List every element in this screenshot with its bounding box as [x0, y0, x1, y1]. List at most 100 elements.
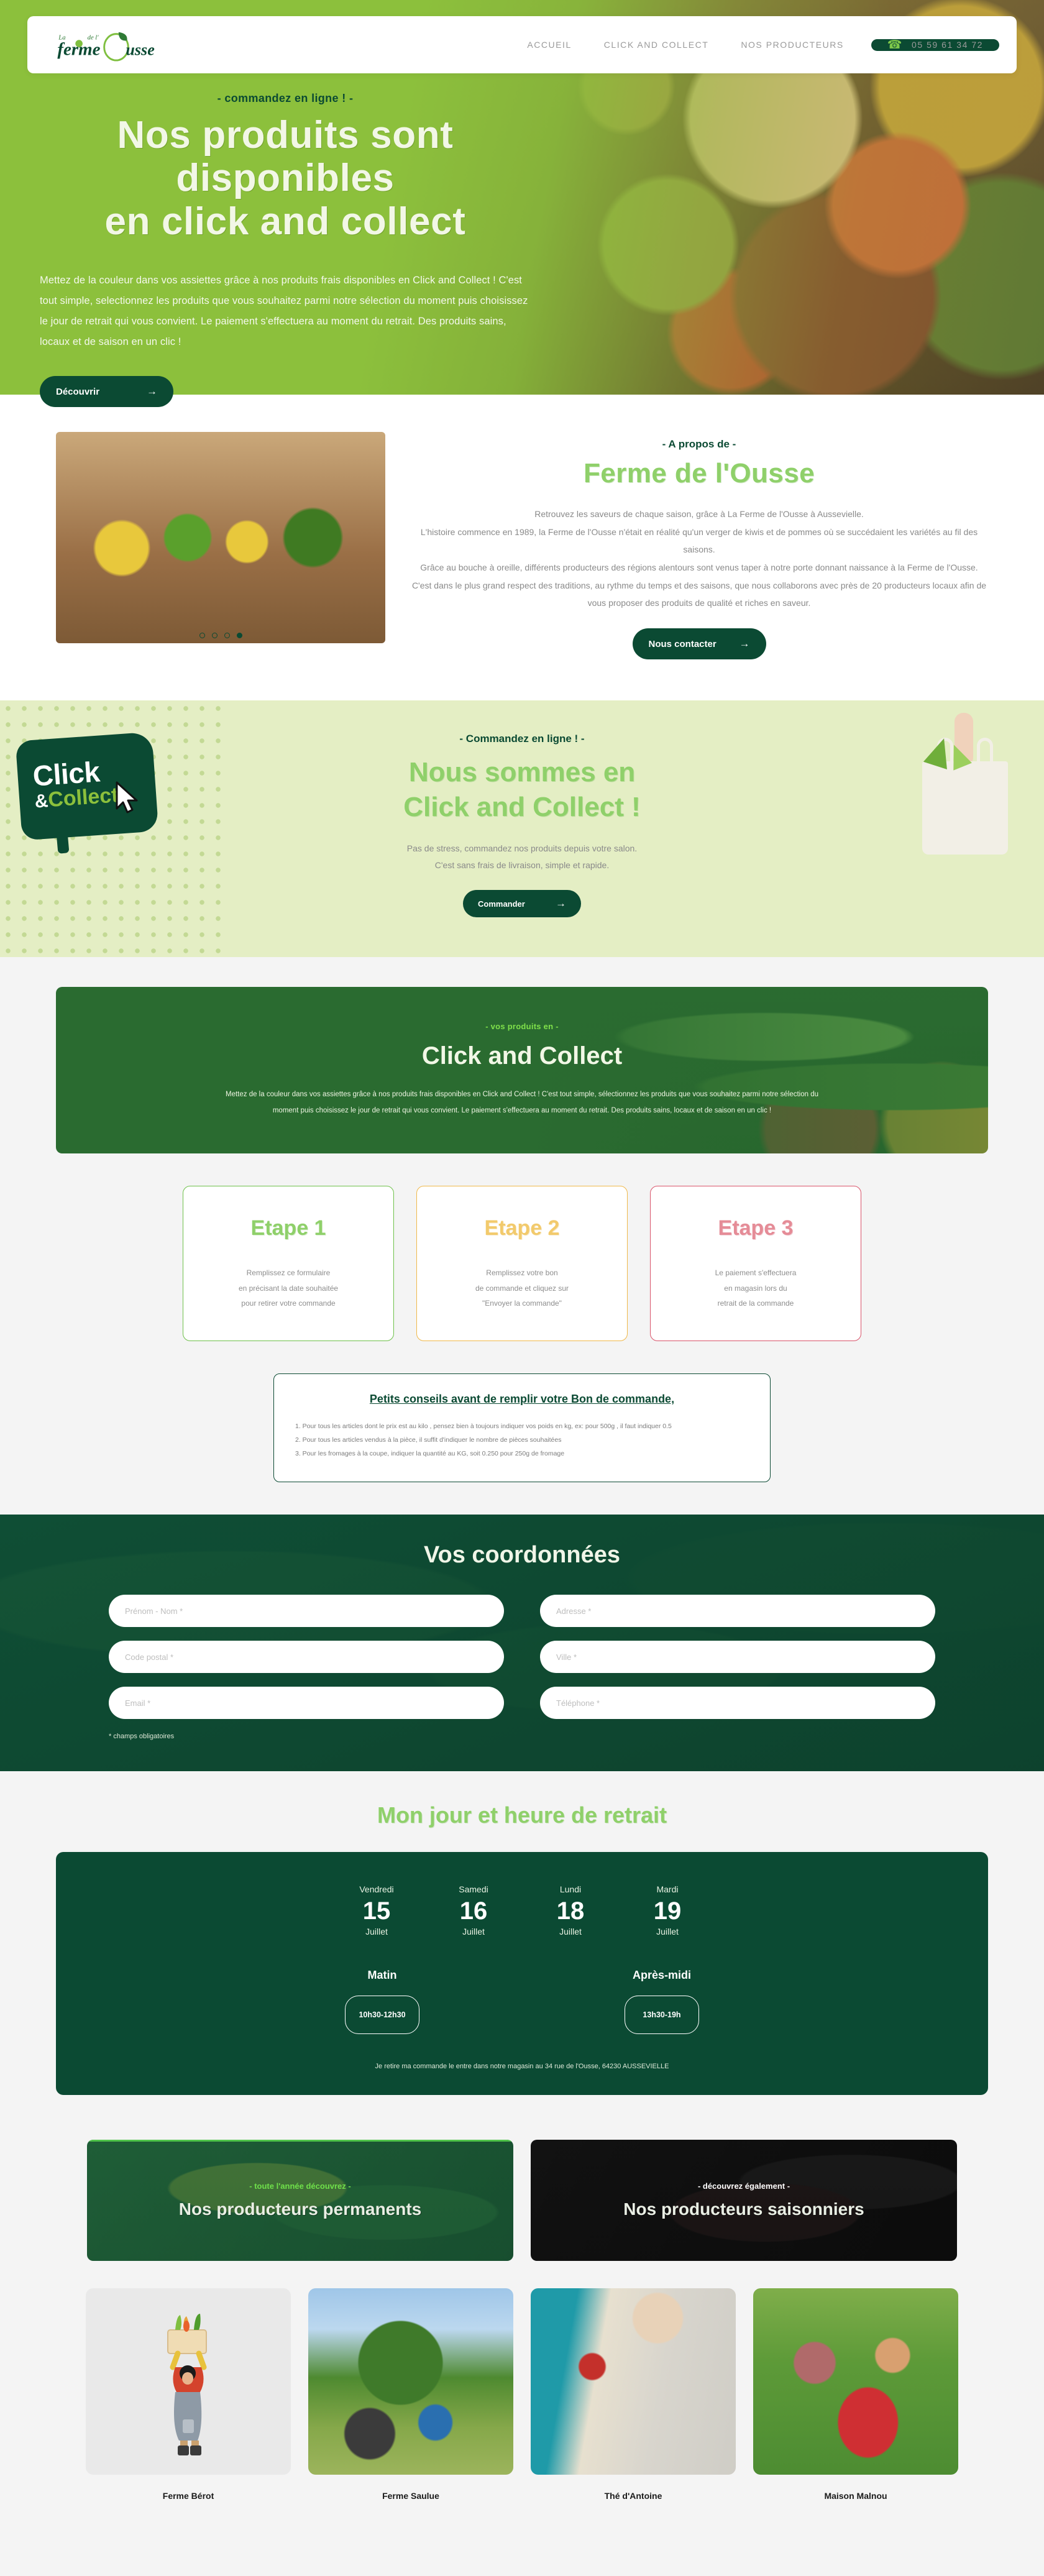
- etape-card-2: Etape 2 Remplissez votre bon de commande…: [416, 1186, 628, 1342]
- conseils-box: Petits conseils avant de remplir votre B…: [273, 1373, 771, 1483]
- etape-2-title: Etape 2: [484, 1216, 560, 1240]
- producteur-2-image: [308, 2288, 513, 2475]
- conseils-item-2: 2. Pour tous les articles vendus à la pi…: [295, 1436, 562, 1444]
- carousel-dot-2[interactable]: [211, 633, 218, 638]
- nav-item-nos-producteurs[interactable]: NOS PRODUCTEURS: [725, 40, 859, 50]
- retrait-title: Mon jour et heure de retrait: [377, 1802, 667, 1828]
- producteur-4-name: Maison Malnou: [824, 2491, 887, 2501]
- hero-title-line1: Nos produits sont disponibles: [117, 114, 454, 200]
- etape-1-line-2: en précisant la date souhaitée: [238, 1283, 339, 1293]
- etape-2-line-1: Remplissez votre bon: [486, 1268, 558, 1277]
- carousel-dot-4[interactable]: [236, 633, 242, 638]
- day-1-weekday: Vendredi: [359, 1884, 394, 1895]
- about-paragraph-1: Retrouvez les saveurs de chaque saison, …: [534, 509, 864, 519]
- producteur-card-4[interactable]: Maison Malnou: [753, 2288, 958, 2501]
- arrow-right-icon: →: [739, 638, 750, 650]
- day-2-month: Juillet: [462, 1927, 485, 1937]
- etape-card-3: Etape 3 Le paiement s'effectuera en maga…: [650, 1186, 861, 1342]
- cc-box-body: Mettez de la couleur dans vos assiettes …: [225, 1090, 818, 1115]
- conseils-title: Petits conseils avant de remplir votre B…: [369, 1393, 675, 1406]
- retrait-day-3[interactable]: Lundi 18 Juillet: [551, 1884, 590, 1937]
- retrait-slot-matin: Matin 10h30-12h30: [345, 1969, 419, 2035]
- prenom-nom-input[interactable]: [109, 1595, 504, 1628]
- banner-permanents-title: Nos producteurs permanents: [178, 2199, 422, 2219]
- banner-producteurs-saisonniers[interactable]: - découvrez également - Nos producteurs …: [531, 2140, 957, 2262]
- hero-discover-button[interactable]: Découvrir →: [40, 376, 173, 408]
- producteur-3-image: [531, 2288, 736, 2475]
- carousel-dot-1[interactable]: [199, 633, 205, 638]
- retrait-note: Je retire ma commande le entre dans notr…: [375, 2063, 669, 2071]
- slot-matin-time-button[interactable]: 10h30-12h30: [345, 1996, 419, 2035]
- band-body-line2: C'est sans frais de livraison, simple et…: [434, 860, 610, 871]
- day-3-weekday: Lundi: [559, 1884, 582, 1895]
- code-postal-input[interactable]: [109, 1641, 504, 1674]
- band-body-line1: Pas de stress, commandez nos produits de…: [406, 843, 638, 853]
- click-collect-intro-card: - vos produits en - Click and Collect Me…: [56, 987, 988, 1154]
- phone-number: 05 59 61 34 72: [912, 40, 983, 50]
- producteurs-banners: - toute l'année découvrez - Nos producte…: [0, 2130, 1044, 2262]
- etape-1-title: Etape 1: [250, 1216, 326, 1240]
- band-title-line1: Nous sommes en: [408, 757, 636, 788]
- carousel-dot-3[interactable]: [224, 633, 230, 638]
- producteur-card-1[interactable]: Ferme Bérot: [86, 2288, 291, 2501]
- retrait-day-1[interactable]: Vendredi 15 Juillet: [357, 1884, 396, 1937]
- band-title: Nous sommes en Click and Collect !: [0, 755, 1044, 825]
- order-button[interactable]: Commander →: [463, 890, 581, 918]
- coordonnees-title: Vos coordonnées: [423, 1542, 621, 1569]
- telephone-input[interactable]: [540, 1687, 935, 1720]
- day-2-weekday: Samedi: [459, 1884, 488, 1895]
- about-paragraph-3: Grâce au bouche à oreille, différents pr…: [420, 562, 978, 573]
- band-content: - Commandez en ligne ! - Nous sommes en …: [0, 733, 1044, 918]
- nav-item-accueil[interactable]: ACCUEIL: [511, 40, 587, 50]
- etape-3-line-2: en magasin lors du: [724, 1283, 787, 1293]
- about-body: Retrouvez les saveurs de chaque saison, …: [410, 505, 988, 612]
- email-input[interactable]: [109, 1687, 504, 1720]
- band-body: Pas de stress, commandez nos produits de…: [0, 840, 1044, 874]
- about-carousel-image[interactable]: [56, 432, 385, 643]
- etape-2-body: Remplissez votre bon de commande et cliq…: [475, 1265, 569, 1311]
- cc-box-title: Click and Collect: [421, 1042, 623, 1070]
- producteur-card-3[interactable]: Thé d'Antoine: [531, 2288, 736, 2501]
- adresse-input[interactable]: [540, 1595, 935, 1628]
- banner-saisonniers-eyebrow: - découvrez également -: [697, 2181, 790, 2191]
- retrait-day-2[interactable]: Samedi 16 Juillet: [454, 1884, 493, 1937]
- retrait-day-4[interactable]: Mardi 19 Juillet: [648, 1884, 687, 1937]
- page-root: La de l' ferme usse ACCUEIL CLICK AND CO…: [0, 0, 1044, 2533]
- order-button-label: Commander: [478, 899, 525, 909]
- producteur-4-image: [753, 2288, 958, 2475]
- contact-button[interactable]: Nous contacter →: [632, 628, 766, 660]
- hero-discover-label: Découvrir: [56, 386, 100, 397]
- band-eyebrow: - Commandez en ligne ! -: [459, 733, 585, 745]
- banner-permanents-eyebrow: - toute l'année découvrez -: [249, 2181, 351, 2191]
- hero-section: La de l' ferme usse ACCUEIL CLICK AND CO…: [0, 0, 1044, 408]
- day-4-weekday: Mardi: [656, 1884, 679, 1895]
- producteur-card-2[interactable]: Ferme Saulue: [308, 2288, 513, 2501]
- day-3-month: Juillet: [559, 1927, 582, 1937]
- etape-1-body: Remplissez ce formulaire en précisant la…: [239, 1265, 338, 1311]
- retrait-slot-apres-midi: Après-midi 13h30-19h: [625, 1969, 699, 2035]
- phone-button[interactable]: ☎ 05 59 61 34 72: [871, 39, 999, 51]
- day-1-number: 15: [362, 1897, 391, 1925]
- contact-button-label: Nous contacter: [648, 638, 717, 649]
- about-title: Ferme de l'Ousse: [583, 458, 815, 488]
- slot-matin-label: Matin: [367, 1969, 397, 1982]
- cc-box-eyebrow: - vos produits en -: [485, 1021, 559, 1031]
- about-eyebrow: - A propos de -: [662, 438, 736, 450]
- producteur-1-name: Ferme Bérot: [162, 2491, 214, 2501]
- required-fields-note: * champs obligatoires: [109, 1733, 175, 1741]
- producteur-1-image: [86, 2288, 291, 2475]
- slot-apres-midi-time-button[interactable]: 13h30-19h: [625, 1996, 699, 2035]
- day-2-number: 16: [459, 1897, 488, 1925]
- nav-item-click-and-collect[interactable]: CLICK AND COLLECT: [588, 40, 725, 50]
- ville-input[interactable]: [540, 1641, 935, 1674]
- day-4-month: Juillet: [656, 1927, 679, 1937]
- banner-producteurs-permanents[interactable]: - toute l'année découvrez - Nos producte…: [87, 2140, 513, 2262]
- hero-title: Nos produits sont disponibles en click a…: [40, 114, 531, 243]
- etape-3-line-1: Le paiement s'effectuera: [715, 1268, 797, 1277]
- hero-body: Mettez de la couleur dans vos assiettes …: [40, 275, 528, 348]
- click-collect-band: Click &Collect - Commandez en ligne ! - …: [0, 700, 1044, 958]
- coordonnees-form: [109, 1595, 935, 1720]
- site-logo[interactable]: La de l' ferme usse: [56, 27, 158, 62]
- hero-title-line2: en click and collect: [104, 199, 466, 243]
- about-paragraph-4: C'est dans le plus grand respect des tra…: [411, 580, 987, 608]
